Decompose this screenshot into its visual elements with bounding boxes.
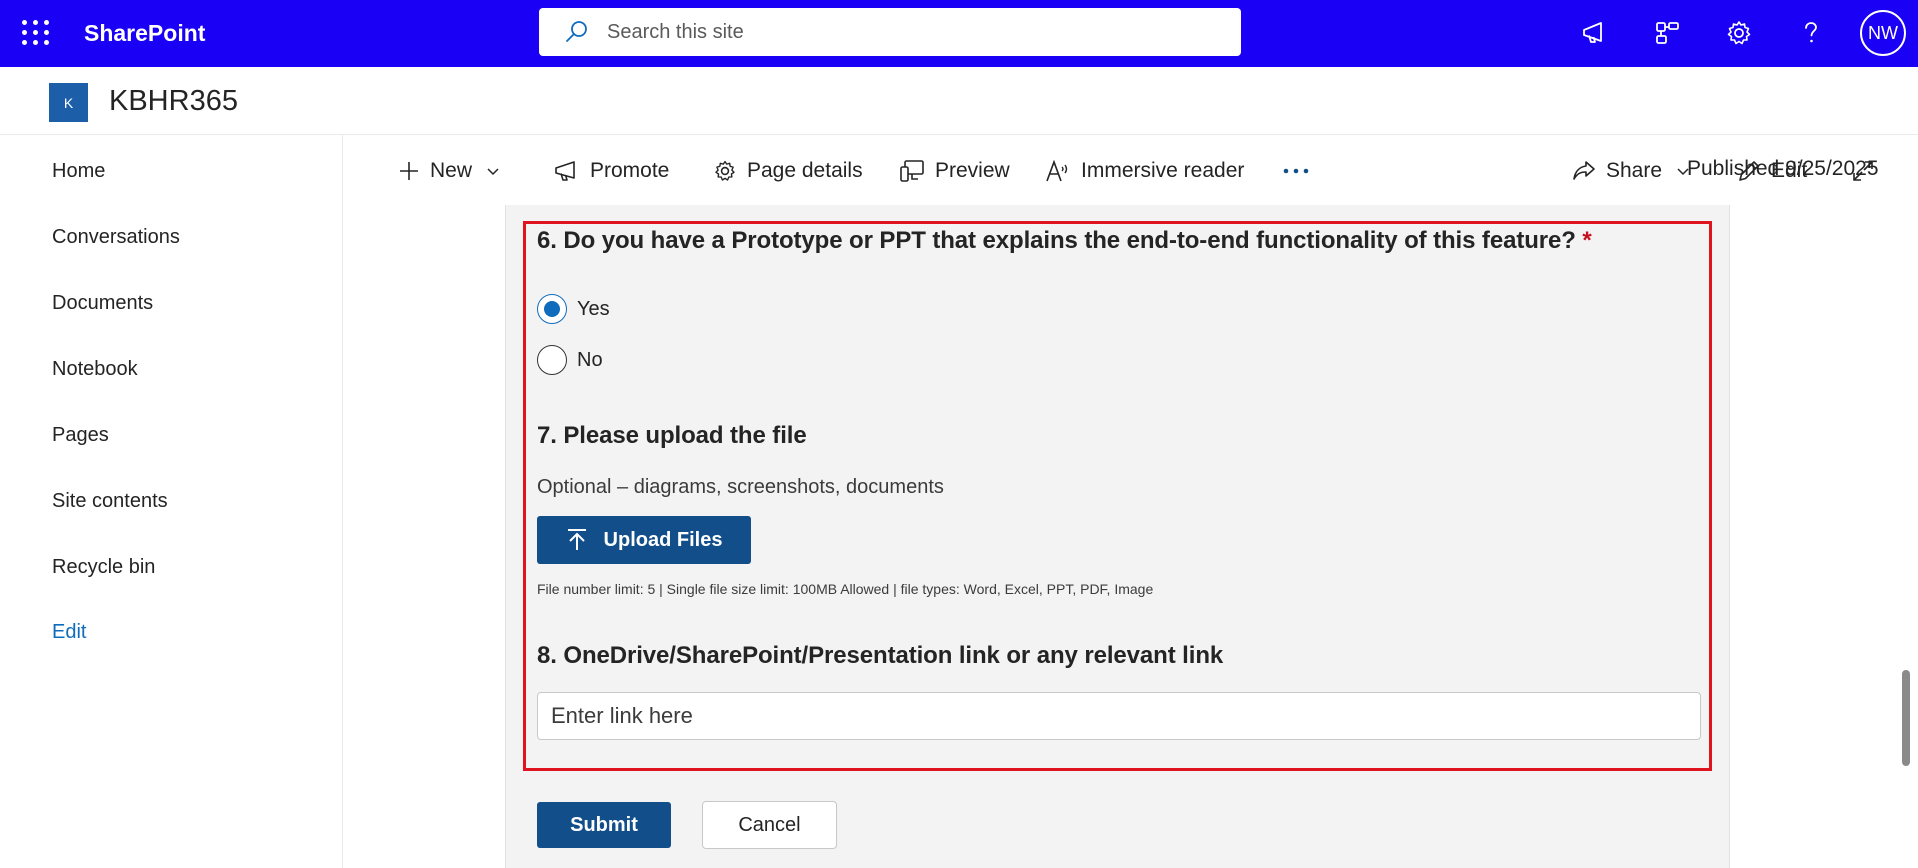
org-chart-icon[interactable]	[1648, 14, 1686, 52]
promote-label: Promote	[590, 159, 670, 182]
share-icon	[1573, 161, 1595, 180]
page-details-button[interactable]: Page details	[713, 157, 863, 185]
search-input[interactable]	[607, 20, 1207, 44]
promote-button[interactable]: Promote	[554, 157, 669, 185]
command-bar: New Promote Page details Preview Immersi…	[343, 135, 1918, 205]
radio-option-no[interactable]: No	[537, 345, 603, 375]
immersive-reader-icon	[1046, 159, 1068, 182]
site-header: K KBHR365	[0, 67, 1918, 135]
page-details-label: Page details	[747, 159, 863, 182]
question-6-text: 6. Do you have a Prototype or PPT that e…	[537, 227, 1576, 254]
gear-icon	[715, 160, 735, 181]
share-button[interactable]: Share	[1572, 157, 1690, 185]
nav-item-conversations[interactable]: Conversations	[52, 226, 180, 249]
nav-item-documents[interactable]: Documents	[52, 292, 153, 315]
more-icon	[1283, 168, 1309, 174]
suite-bar: SharePoint NW	[0, 0, 1918, 67]
help-icon[interactable]	[1792, 14, 1830, 52]
new-button[interactable]: New	[398, 157, 500, 185]
nav-item-home[interactable]: Home	[52, 160, 105, 183]
upload-icon	[567, 529, 586, 550]
preview-button[interactable]: Preview	[899, 157, 1010, 185]
question-6-title: 6. Do you have a Prototype or PPT that e…	[537, 227, 1592, 255]
left-navigation: Home Conversations Documents Notebook Pa…	[0, 135, 343, 868]
radio-option-yes[interactable]: Yes	[537, 294, 610, 324]
share-label: Share	[1606, 159, 1663, 182]
radio-no-label: No	[577, 348, 603, 371]
immersive-reader-button[interactable]: Immersive reader	[1045, 157, 1244, 185]
expand-icon	[1853, 161, 1873, 181]
upload-files-button[interactable]: Upload Files	[537, 516, 751, 564]
nav-item-recycle-bin[interactable]: Recycle bin	[52, 556, 155, 579]
app-launcher-icon[interactable]	[22, 18, 50, 46]
nav-item-notebook[interactable]: Notebook	[52, 358, 138, 381]
nav-item-site-contents[interactable]: Site contents	[52, 490, 168, 513]
radio-no[interactable]	[537, 345, 567, 375]
edit-button[interactable]: Edit	[1737, 157, 1807, 185]
search-icon	[566, 21, 587, 42]
megaphone-icon	[555, 161, 575, 181]
upload-files-label: Upload Files	[603, 528, 723, 551]
preview-device-icon	[900, 160, 924, 182]
nav-item-pages[interactable]: Pages	[52, 424, 109, 447]
immersive-reader-label: Immersive reader	[1081, 159, 1245, 182]
question-8-title: 8. OneDrive/SharePoint/Presentation link…	[537, 642, 1224, 669]
radio-yes[interactable]	[537, 294, 567, 324]
link-input[interactable]	[537, 692, 1701, 740]
radio-yes-label: Yes	[577, 297, 610, 320]
question-7-helper: Optional – diagrams, screenshots, docume…	[537, 476, 944, 498]
brand-name[interactable]: SharePoint	[84, 20, 205, 47]
chevron-down-icon	[1677, 168, 1689, 176]
upload-limits-text: File number limit: 5 | Single file size …	[537, 581, 1154, 597]
cancel-button[interactable]: Cancel	[702, 801, 837, 849]
pencil-icon	[1739, 161, 1759, 181]
preview-label: Preview	[935, 159, 1010, 182]
edit-label: Edit	[1771, 159, 1808, 182]
megaphone-icon[interactable]	[1576, 14, 1614, 52]
chevron-down-icon	[487, 168, 499, 176]
submit-button[interactable]: Submit	[537, 802, 671, 848]
site-logo[interactable]: K	[49, 83, 88, 122]
page-scrollbar[interactable]	[1902, 670, 1910, 766]
expand-button[interactable]	[1851, 157, 1885, 185]
plus-icon	[400, 162, 418, 180]
site-title[interactable]: KBHR365	[109, 85, 238, 118]
new-label: New	[430, 159, 473, 182]
nav-edit-link[interactable]: Edit	[52, 621, 86, 644]
question-7-title: 7. Please upload the file	[537, 422, 807, 449]
required-indicator: *	[1582, 227, 1592, 254]
more-options-button[interactable]	[1283, 157, 1319, 185]
avatar[interactable]: NW	[1860, 10, 1906, 56]
search-box[interactable]	[539, 8, 1241, 56]
gear-icon[interactable]	[1720, 14, 1758, 52]
